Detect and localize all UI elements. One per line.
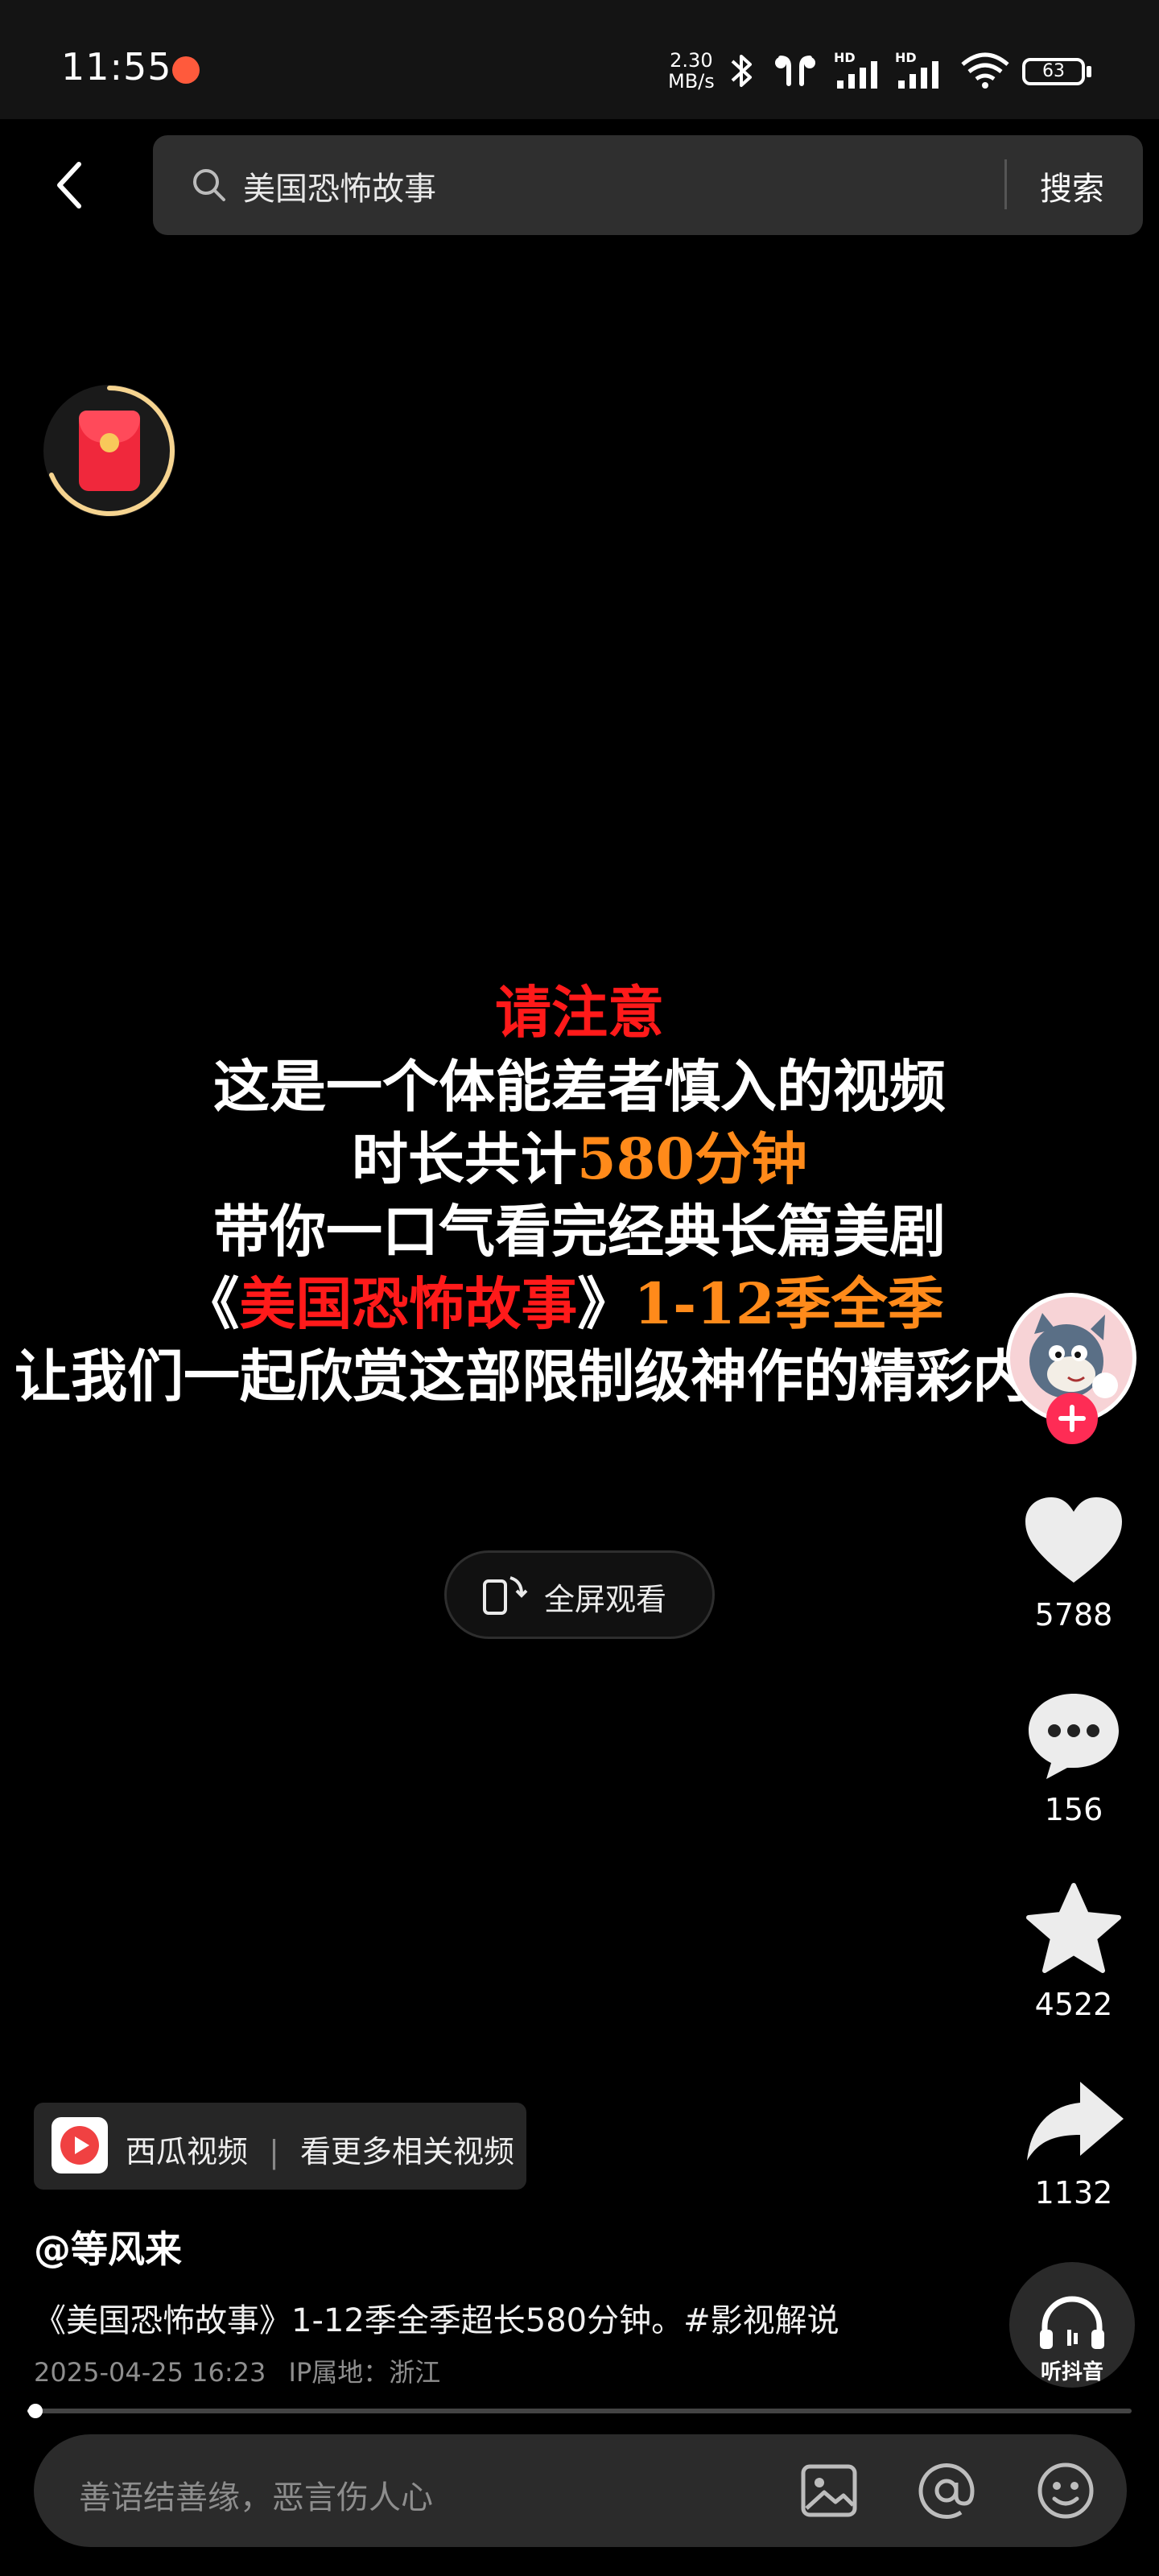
post-meta: 2025-04-25 16:23 IP属地：浙江 xyxy=(34,2352,440,2389)
comment-input[interactable]: 善语结善缘，恶言伤人心 xyxy=(79,2471,433,2518)
bluetooth-icon xyxy=(731,55,752,87)
status-time: 11:55 xyxy=(61,45,172,89)
network-speed-unit: MB/s xyxy=(668,70,715,93)
notification-app-icon xyxy=(172,56,200,84)
overlay-line-6: 让我们一起欣赏这部限制级神作的精彩内容 xyxy=(14,1343,1085,1410)
overlay-duration: 580分钟 xyxy=(576,1125,808,1192)
post-date: 2025-04-25 16:23 xyxy=(34,2357,266,2388)
share-icon[interactable] xyxy=(1019,2074,1128,2170)
author-name[interactable]: @等风来 xyxy=(34,2220,182,2273)
comment-icon[interactable] xyxy=(1019,1687,1128,1784)
earbuds-icon xyxy=(775,56,815,86)
overlay-line-3: 时长共计580分钟 xyxy=(0,1114,1159,1195)
search-button[interactable]: 搜索 xyxy=(1040,163,1104,209)
post-ip-location: IP属地：浙江 xyxy=(288,2357,441,2388)
overlay-seasons: 1-12季全季 xyxy=(633,1270,944,1337)
at-icon[interactable] xyxy=(914,2458,979,2523)
overlay-line-6-clip: 让我们一起欣赏这部限制级神作的精彩内容 xyxy=(0,1331,1159,1412)
overlay-line-5: 《美国恐怖故事》1-12季全季 xyxy=(0,1259,1143,1340)
follow-button[interactable] xyxy=(1046,1393,1098,1444)
xigua-separator: | xyxy=(269,2134,279,2169)
post-caption[interactable]: 《美国恐怖故事》1-12季全季超长580分钟。#影视解说 xyxy=(34,2294,839,2341)
battery-level: 63 xyxy=(1042,61,1065,81)
xigua-brand: 西瓜视频 xyxy=(126,2134,249,2169)
xigua-play-icon xyxy=(60,2126,99,2165)
xigua-card-text: 西瓜视频 | 看更多相关视频 xyxy=(126,2127,514,2171)
listen-douyin-label: 听抖音 xyxy=(1040,2360,1103,2384)
search-icon xyxy=(193,169,225,201)
star-icon[interactable] xyxy=(1019,1880,1128,1977)
signal-2-icon xyxy=(898,61,938,89)
overlay-bracket-close: 》 xyxy=(577,1270,634,1337)
playback-progress-track[interactable] xyxy=(27,2409,1132,2413)
network-speed: 2.30 MB/s xyxy=(668,50,715,92)
overlay-bracket-open: 《 xyxy=(183,1270,240,1337)
comment-count: 156 xyxy=(1044,1792,1103,1827)
battery-tip xyxy=(1087,66,1091,77)
overlay-line-4: 带你一口气看完经典长篇美剧 xyxy=(213,1198,946,1265)
rotate-screen-icon xyxy=(483,1576,528,1615)
signal-icon xyxy=(837,61,877,89)
overlay-line-2: 这是一个体能差者慎入的视频 xyxy=(213,1053,946,1120)
search-input[interactable]: 美国恐怖故事 xyxy=(243,163,436,209)
overlay-line-1: 请注意 xyxy=(495,979,664,1046)
search-divider xyxy=(1004,159,1007,209)
xigua-logo-icon xyxy=(52,2117,108,2174)
battery-icon: 63 xyxy=(1022,58,1085,85)
emoji-icon[interactable] xyxy=(1033,2458,1098,2523)
heart-icon[interactable] xyxy=(1019,1492,1128,1589)
back-icon[interactable] xyxy=(43,153,100,217)
red-packet-coin xyxy=(100,433,119,452)
overlay-show-title: 美国恐怖故事 xyxy=(239,1270,578,1337)
favorite-count: 4522 xyxy=(1034,1987,1113,2022)
network-speed-value: 2.30 xyxy=(670,49,713,72)
fullscreen-label: 全屏观看 xyxy=(544,1582,667,1617)
wifi-icon xyxy=(961,52,1009,89)
playback-progress-handle[interactable] xyxy=(28,2404,43,2418)
xigua-link[interactable]: 看更多相关视频 xyxy=(300,2134,514,2169)
plus-icon xyxy=(1058,1405,1086,1432)
like-count: 5788 xyxy=(1034,1597,1113,1633)
share-count: 1132 xyxy=(1034,2175,1113,2211)
image-icon[interactable] xyxy=(797,2458,861,2523)
overlay-line-3-prefix: 时长共计 xyxy=(351,1125,577,1192)
